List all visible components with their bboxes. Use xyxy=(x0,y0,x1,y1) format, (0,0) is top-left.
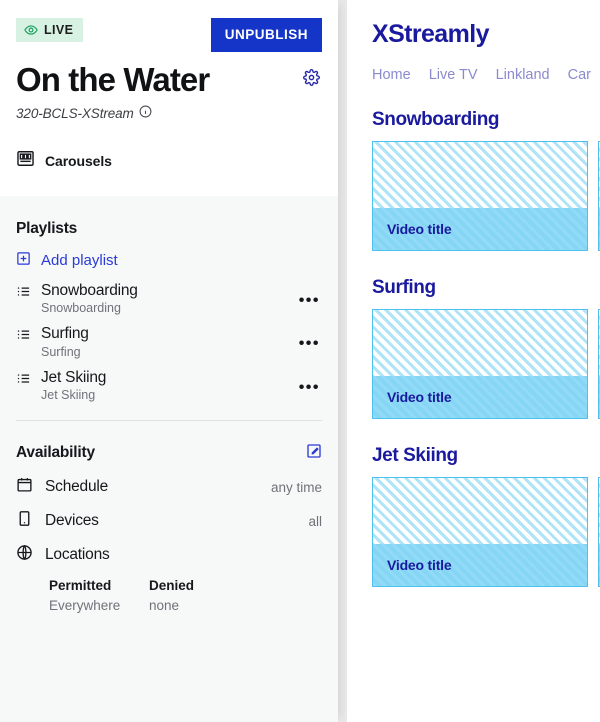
locations-denied-header: Denied xyxy=(149,578,195,594)
title-row: On the Water xyxy=(16,60,322,98)
device-icon xyxy=(16,510,33,532)
video-card-footer: Video title xyxy=(373,208,587,250)
plus-square-icon xyxy=(16,251,31,270)
availability-row-locations[interactable]: Locations xyxy=(16,538,322,572)
status-badge-label: LIVE xyxy=(44,22,74,37)
nav-item-carousels[interactable]: Carousels xyxy=(16,149,322,173)
carousel-card-row: Video title Video title xyxy=(372,309,600,419)
availability-label: Devices xyxy=(45,512,99,530)
playlist-subtitle: Snowboarding xyxy=(41,301,121,316)
preview-nav: Home Live TV Linkland Car xyxy=(347,49,600,83)
list-icon xyxy=(16,368,31,391)
carousel-heading: Surfing xyxy=(372,277,436,298)
locations-grid: Permitted Everywhere Denied none xyxy=(16,572,322,613)
list-item[interactable]: Surfing Surfing ••• xyxy=(16,319,322,362)
playlists-title: Playlists xyxy=(16,220,78,237)
availability-title: Availability xyxy=(16,443,95,461)
nav-link-linkland[interactable]: Linkland xyxy=(496,67,550,83)
playlist-menu-button[interactable]: ••• xyxy=(297,281,322,309)
preview-carousel-snowboarding: Snowboarding Video title Video title xyxy=(347,83,600,251)
video-card-title: Video title xyxy=(387,221,452,237)
video-card[interactable]: Video title xyxy=(372,477,588,587)
playlist-name: Jet Skiing xyxy=(41,368,107,386)
carousel-card-row: Video title Video title xyxy=(372,141,600,251)
video-card[interactable]: Video title xyxy=(372,309,588,419)
list-icon xyxy=(16,324,31,347)
availability-section: Availability Schedule any time Devices a… xyxy=(0,421,338,614)
add-playlist-button[interactable]: Add playlist xyxy=(16,248,322,276)
preview-carousel-surfing: Surfing Video title Video title xyxy=(347,251,600,419)
locations-denied-column: Denied none xyxy=(149,578,249,613)
playlist-subtitle: Surfing xyxy=(41,344,81,359)
nav-link-live-tv[interactable]: Live TV xyxy=(429,67,478,83)
video-card-footer: Video title xyxy=(373,544,587,586)
nav-link-home[interactable]: Home xyxy=(372,67,411,83)
nav-link-carousels[interactable]: Car xyxy=(568,67,591,83)
locations-permitted-value: Everywhere xyxy=(49,598,121,614)
availability-header: Availability xyxy=(16,421,322,470)
app-root: LIVE UNPUBLISH On the Water 320-BCLS-XSt xyxy=(0,0,600,722)
list-item-text: Snowboarding Snowboarding xyxy=(41,281,287,315)
reference-id: 320-BCLS-XStream xyxy=(16,105,322,121)
gear-icon xyxy=(303,69,320,89)
info-circle-icon[interactable] xyxy=(139,105,152,121)
list-item-text: Jet Skiing Jet Skiing xyxy=(41,368,287,402)
video-card[interactable]: Video title xyxy=(372,141,588,251)
playlist-name: Snowboarding xyxy=(41,282,138,299)
availability-label: Schedule xyxy=(45,478,109,496)
availability-value: all xyxy=(308,513,322,529)
add-playlist-label: Add playlist xyxy=(41,252,118,269)
locations-permitted-column: Permitted Everywhere xyxy=(49,578,149,613)
locations-denied-value: none xyxy=(149,598,180,614)
settings-button[interactable] xyxy=(301,69,322,89)
carousel-heading: Snowboarding xyxy=(372,109,500,130)
edit-availability-button[interactable] xyxy=(306,443,322,462)
playlist-name: Surfing xyxy=(41,325,89,343)
video-card-title: Video title xyxy=(387,389,452,405)
eye-icon xyxy=(24,23,38,37)
header-top-row: LIVE UNPUBLISH xyxy=(16,18,322,52)
edit-square-icon xyxy=(306,443,322,462)
list-item[interactable]: Snowboarding Snowboarding ••• xyxy=(16,276,322,319)
list-item[interactable]: Jet Skiing Jet Skiing ••• xyxy=(16,363,322,406)
playlist-subtitle: Jet Skiing xyxy=(41,388,96,403)
site-preview-panel: XStreamly Home Live TV Linkland Car Snow… xyxy=(347,0,600,722)
availability-row-devices[interactable]: Devices all xyxy=(16,504,322,538)
preview-brand: XStreamly xyxy=(372,20,489,48)
status-badge: LIVE xyxy=(16,18,84,42)
carousel-heading: Jet Skiing xyxy=(372,445,458,466)
list-icon xyxy=(16,281,31,304)
reference-id-text: 320-BCLS-XStream xyxy=(16,105,134,121)
playlist-menu-button[interactable]: ••• xyxy=(297,324,322,352)
page-title: On the Water xyxy=(16,60,210,98)
availability-row-schedule[interactable]: Schedule any time xyxy=(16,470,322,504)
globe-icon xyxy=(16,544,33,566)
availability-label: Locations xyxy=(45,546,110,564)
list-item-text: Surfing Surfing xyxy=(41,324,287,358)
unpublish-button[interactable]: UNPUBLISH xyxy=(210,18,322,52)
panel-header: LIVE UNPUBLISH On the Water 320-BCLS-XSt xyxy=(0,0,338,196)
details-panel: LIVE UNPUBLISH On the Water 320-BCLS-XSt xyxy=(0,0,338,722)
video-card-footer: Video title xyxy=(373,376,587,418)
carousel-icon xyxy=(16,149,35,173)
preview-carousel-jet-skiing: Jet Skiing Video title Video title xyxy=(347,419,600,587)
calendar-icon xyxy=(16,476,33,498)
carousel-card-row: Video title Video title xyxy=(372,477,600,587)
availability-value: any time xyxy=(270,479,322,495)
video-card-title: Video title xyxy=(387,557,452,573)
nav-item-carousels-label: Carousels xyxy=(45,153,112,170)
playlist-menu-button[interactable]: ••• xyxy=(297,368,322,396)
playlists-section: Playlists Add playlist Snowboarding Snow… xyxy=(0,196,338,406)
locations-permitted-header: Permitted xyxy=(49,578,112,594)
